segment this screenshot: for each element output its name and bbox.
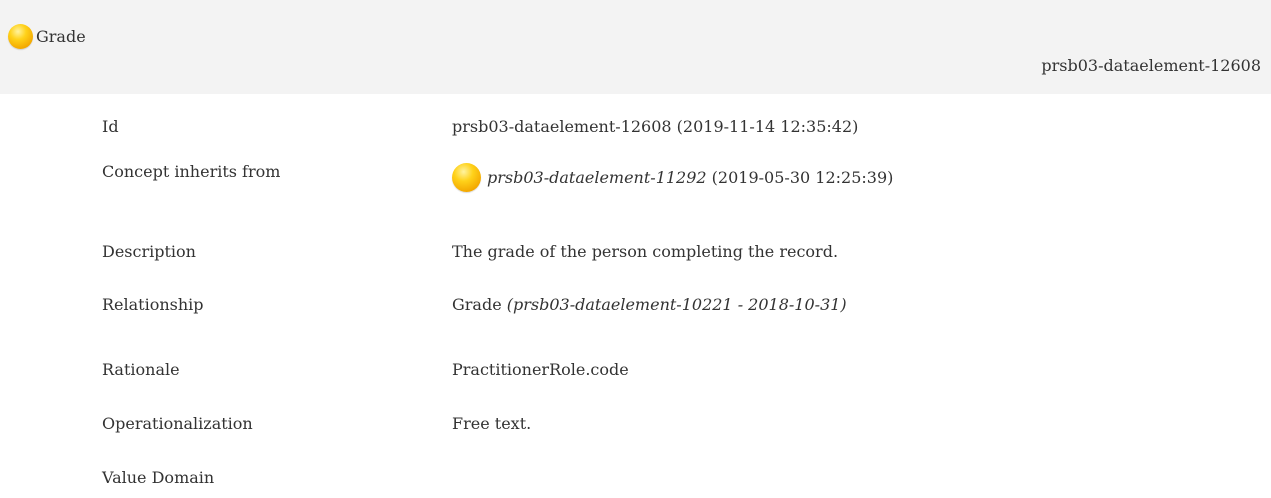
row-operationalization-label: Operationalization xyxy=(102,414,253,433)
relationship-detail[interactable]: (prsb03-dataelement-10221 - 2018-10-31) xyxy=(507,295,847,314)
row-id: Id prsb03-dataelement-12608 (2019-11-14 … xyxy=(0,117,1271,147)
row-inherits-label: Concept inherits from xyxy=(102,162,281,181)
row-id-value: prsb03-dataelement-12608 (2019-11-14 12:… xyxy=(452,117,859,136)
row-description: Description The grade of the person comp… xyxy=(0,242,1271,272)
row-rationale-label: Rationale xyxy=(102,360,180,379)
row-inherits: Concept inherits from prsb03-dataelement… xyxy=(0,162,1271,192)
concept-title-text: Grade xyxy=(36,27,86,46)
row-rationale: Rationale PractitionerRole.code xyxy=(0,360,1271,390)
row-value-domain: Value Domain xyxy=(0,468,1271,498)
concept-title[interactable]: Grade xyxy=(8,24,86,49)
row-operationalization: Operationalization Free text. xyxy=(0,414,1271,444)
row-value-domain-label: Value Domain xyxy=(102,468,215,487)
inherits-date: (2019-05-30 12:25:39) xyxy=(706,168,894,187)
row-id-label: Id xyxy=(102,117,119,136)
row-description-label: Description xyxy=(102,242,196,261)
row-rationale-value: PractitionerRole.code xyxy=(452,360,629,379)
status-draft-icon xyxy=(8,24,33,49)
row-relationship-label: Relationship xyxy=(102,295,204,314)
concept-id-label: prsb03-dataelement-12608 xyxy=(1041,56,1261,75)
row-description-value: The grade of the person completing the r… xyxy=(452,242,839,261)
concept-header: Grade prsb03-dataelement-12608 xyxy=(0,0,1271,94)
row-relationship-value: Grade (prsb03-dataelement-10221 - 2018-1… xyxy=(452,295,847,314)
inherits-link[interactable]: prsb03-dataelement-11292 xyxy=(487,168,707,187)
row-relationship: Relationship Grade (prsb03-dataelement-1… xyxy=(0,295,1271,325)
relationship-name: Grade xyxy=(452,295,507,314)
row-inherits-value: prsb03-dataelement-11292 (2019-05-30 12:… xyxy=(452,163,893,192)
status-draft-icon xyxy=(452,163,481,192)
row-operationalization-value: Free text. xyxy=(452,414,532,433)
